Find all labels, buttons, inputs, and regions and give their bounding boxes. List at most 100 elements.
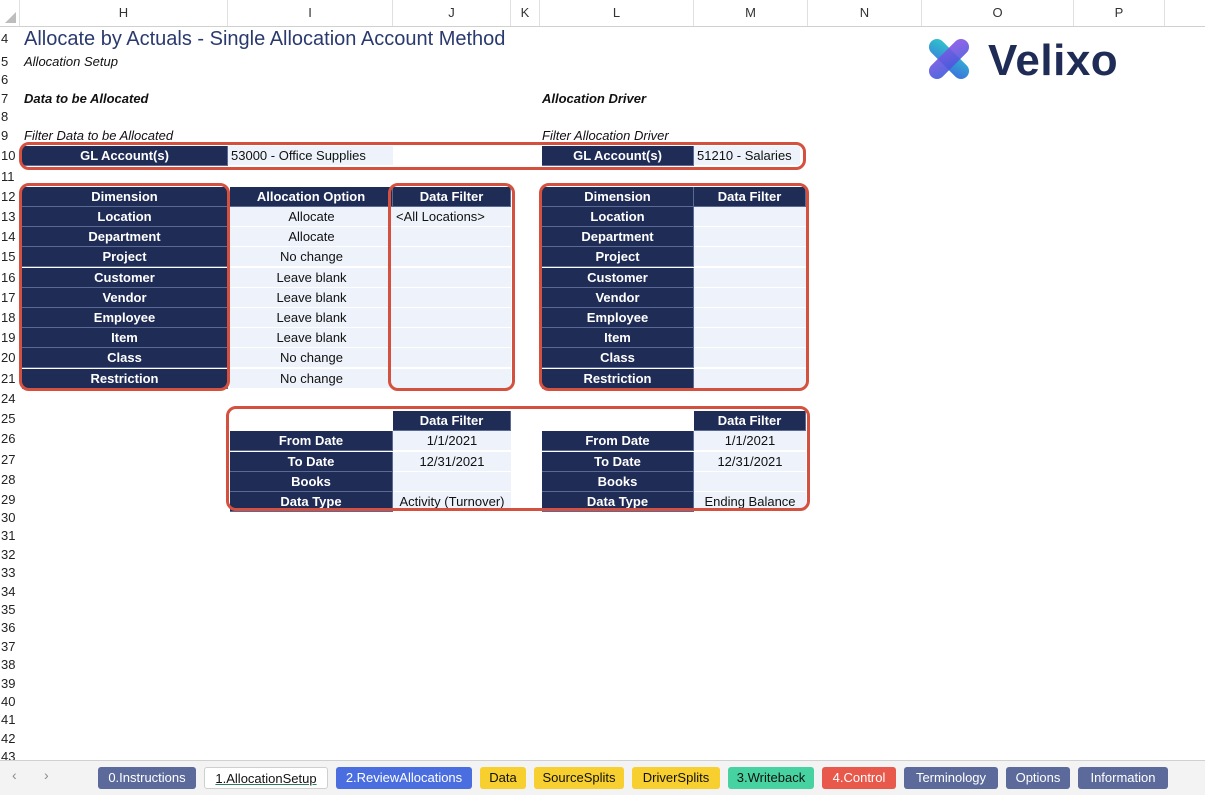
column-header-h[interactable]: H	[20, 0, 228, 26]
data-filter-cell[interactable]	[393, 268, 511, 288]
data-filter-cell[interactable]	[694, 227, 806, 247]
allocation-option-cell[interactable]: No change	[230, 369, 393, 389]
data-filter-cell[interactable]	[694, 328, 806, 348]
row-number[interactable]: 29	[0, 492, 21, 507]
to-date-value[interactable]: 12/31/2021	[694, 452, 806, 472]
allocation-option-cell[interactable]: Allocate	[230, 207, 393, 227]
data-filter-cell[interactable]	[694, 207, 806, 227]
row-number[interactable]: 15	[0, 249, 21, 264]
tab-driver-splits[interactable]: DriverSplits	[632, 767, 720, 789]
row-number[interactable]: 25	[0, 411, 21, 426]
allocation-option-cell[interactable]: Leave blank	[230, 268, 393, 288]
allocation-option-cell[interactable]: No change	[230, 247, 393, 267]
row-number[interactable]: 31	[0, 528, 21, 543]
next-sheet-arrow-icon[interactable]: ›	[44, 767, 49, 783]
row-number[interactable]: 32	[0, 547, 21, 562]
data-filter-cell[interactable]	[694, 288, 806, 308]
tab-instructions[interactable]: 0.Instructions	[98, 767, 196, 789]
row-number[interactable]: 18	[0, 310, 21, 325]
allocation-option-cell[interactable]: Leave blank	[230, 288, 393, 308]
tab-writeback[interactable]: 3.Writeback	[728, 767, 814, 789]
row-number[interactable]: 19	[0, 330, 21, 345]
allocation-option-cell[interactable]: No change	[230, 348, 393, 368]
data-filter-cell[interactable]	[393, 348, 511, 368]
allocation-option-cell[interactable]: Leave blank	[230, 328, 393, 348]
gl-account-value-left[interactable]: 53000 - Office Supplies	[228, 146, 393, 166]
data-filter-cell[interactable]	[694, 247, 806, 267]
row-number[interactable]: 9	[0, 128, 21, 143]
column-header-j[interactable]: J	[393, 0, 511, 26]
data-filter-cell[interactable]	[694, 308, 806, 328]
tab-review-allocations[interactable]: 2.ReviewAllocations	[336, 767, 472, 789]
row-number[interactable]: 40	[0, 694, 21, 709]
row-number[interactable]: 41	[0, 712, 21, 727]
column-header-n[interactable]: N	[808, 0, 922, 26]
row-number[interactable]: 39	[0, 676, 21, 691]
row-number[interactable]: 13	[0, 209, 21, 224]
tab-terminology[interactable]: Terminology	[904, 767, 998, 789]
row-number[interactable]: 20	[0, 350, 21, 365]
row-number[interactable]: 38	[0, 657, 21, 672]
books-value[interactable]	[694, 472, 806, 492]
row-number[interactable]: 14	[0, 229, 21, 244]
row-number[interactable]: 8	[0, 109, 21, 124]
row-number[interactable]: 26	[0, 431, 21, 446]
from-date-value[interactable]: 1/1/2021	[393, 431, 511, 451]
tab-source-splits[interactable]: SourceSplits	[534, 767, 624, 789]
data-filter-cell[interactable]	[393, 227, 511, 247]
column-header-o[interactable]: O	[922, 0, 1074, 26]
data-filter-cell[interactable]	[393, 369, 511, 389]
column-header-p[interactable]: P	[1074, 0, 1165, 26]
data-filter-cell[interactable]	[393, 328, 511, 348]
data-filter-cell[interactable]	[393, 247, 511, 267]
row-number[interactable]: 34	[0, 584, 21, 599]
select-all-corner[interactable]	[0, 0, 20, 26]
row-number[interactable]: 6	[0, 72, 21, 87]
row-number[interactable]: 11	[0, 169, 21, 184]
row-number[interactable]: 33	[0, 565, 21, 580]
column-header-m[interactable]: M	[694, 0, 808, 26]
tab-control[interactable]: 4.Control	[822, 767, 896, 789]
column-header-i[interactable]: I	[228, 0, 393, 26]
row-number[interactable]: 17	[0, 290, 21, 305]
column-header-l[interactable]: L	[540, 0, 694, 26]
row-number[interactable]: 28	[0, 472, 21, 487]
allocation-option-cell[interactable]: Allocate	[230, 227, 393, 247]
data-type-value[interactable]: Ending Balance	[694, 492, 806, 512]
data-filter-cell[interactable]	[393, 288, 511, 308]
tab-information[interactable]: Information	[1078, 767, 1168, 789]
from-date-value[interactable]: 1/1/2021	[694, 431, 806, 451]
prev-sheet-arrow-icon[interactable]: ‹	[12, 767, 17, 783]
tab-options[interactable]: Options	[1006, 767, 1070, 789]
row-number[interactable]: 35	[0, 602, 21, 617]
data-filter-cell[interactable]: <All Locations>	[393, 207, 511, 227]
tab-data[interactable]: Data	[480, 767, 526, 789]
tab-allocation-setup[interactable]: 1.AllocationSetup	[204, 767, 328, 789]
row-number[interactable]: 24	[0, 391, 21, 406]
allocation-option-cell[interactable]: Leave blank	[230, 308, 393, 328]
data-filter-cell[interactable]	[694, 369, 806, 389]
data-filter-header: Data Filter	[393, 187, 511, 207]
row-number[interactable]: 36	[0, 620, 21, 635]
row-number[interactable]: 30	[0, 510, 21, 525]
row-number[interactable]: 37	[0, 639, 21, 654]
data-type-value[interactable]: Activity (Turnover)	[393, 492, 511, 512]
row-number[interactable]: 21	[0, 371, 21, 386]
row-number[interactable]: 27	[0, 452, 21, 467]
column-header-k[interactable]: K	[511, 0, 540, 26]
row-number[interactable]: 42	[0, 731, 21, 746]
data-filter-cell[interactable]	[694, 348, 806, 368]
row-number[interactable]: 12	[0, 189, 21, 204]
gl-account-value-right[interactable]: 51210 - Salaries	[694, 146, 800, 166]
data-filter-cell[interactable]	[694, 268, 806, 288]
row-number[interactable]: 16	[0, 270, 21, 285]
to-date-value[interactable]: 12/31/2021	[393, 452, 511, 472]
row-number[interactable]: 5	[0, 54, 21, 69]
dimension-header: Dimension	[22, 187, 228, 207]
section-data-to-allocate: Data to be Allocated	[24, 91, 149, 106]
row-number[interactable]: 10	[0, 148, 21, 163]
data-filter-cell[interactable]	[393, 308, 511, 328]
books-value[interactable]	[393, 472, 511, 492]
row-number[interactable]: 4	[0, 31, 21, 46]
row-number[interactable]: 7	[0, 91, 21, 106]
